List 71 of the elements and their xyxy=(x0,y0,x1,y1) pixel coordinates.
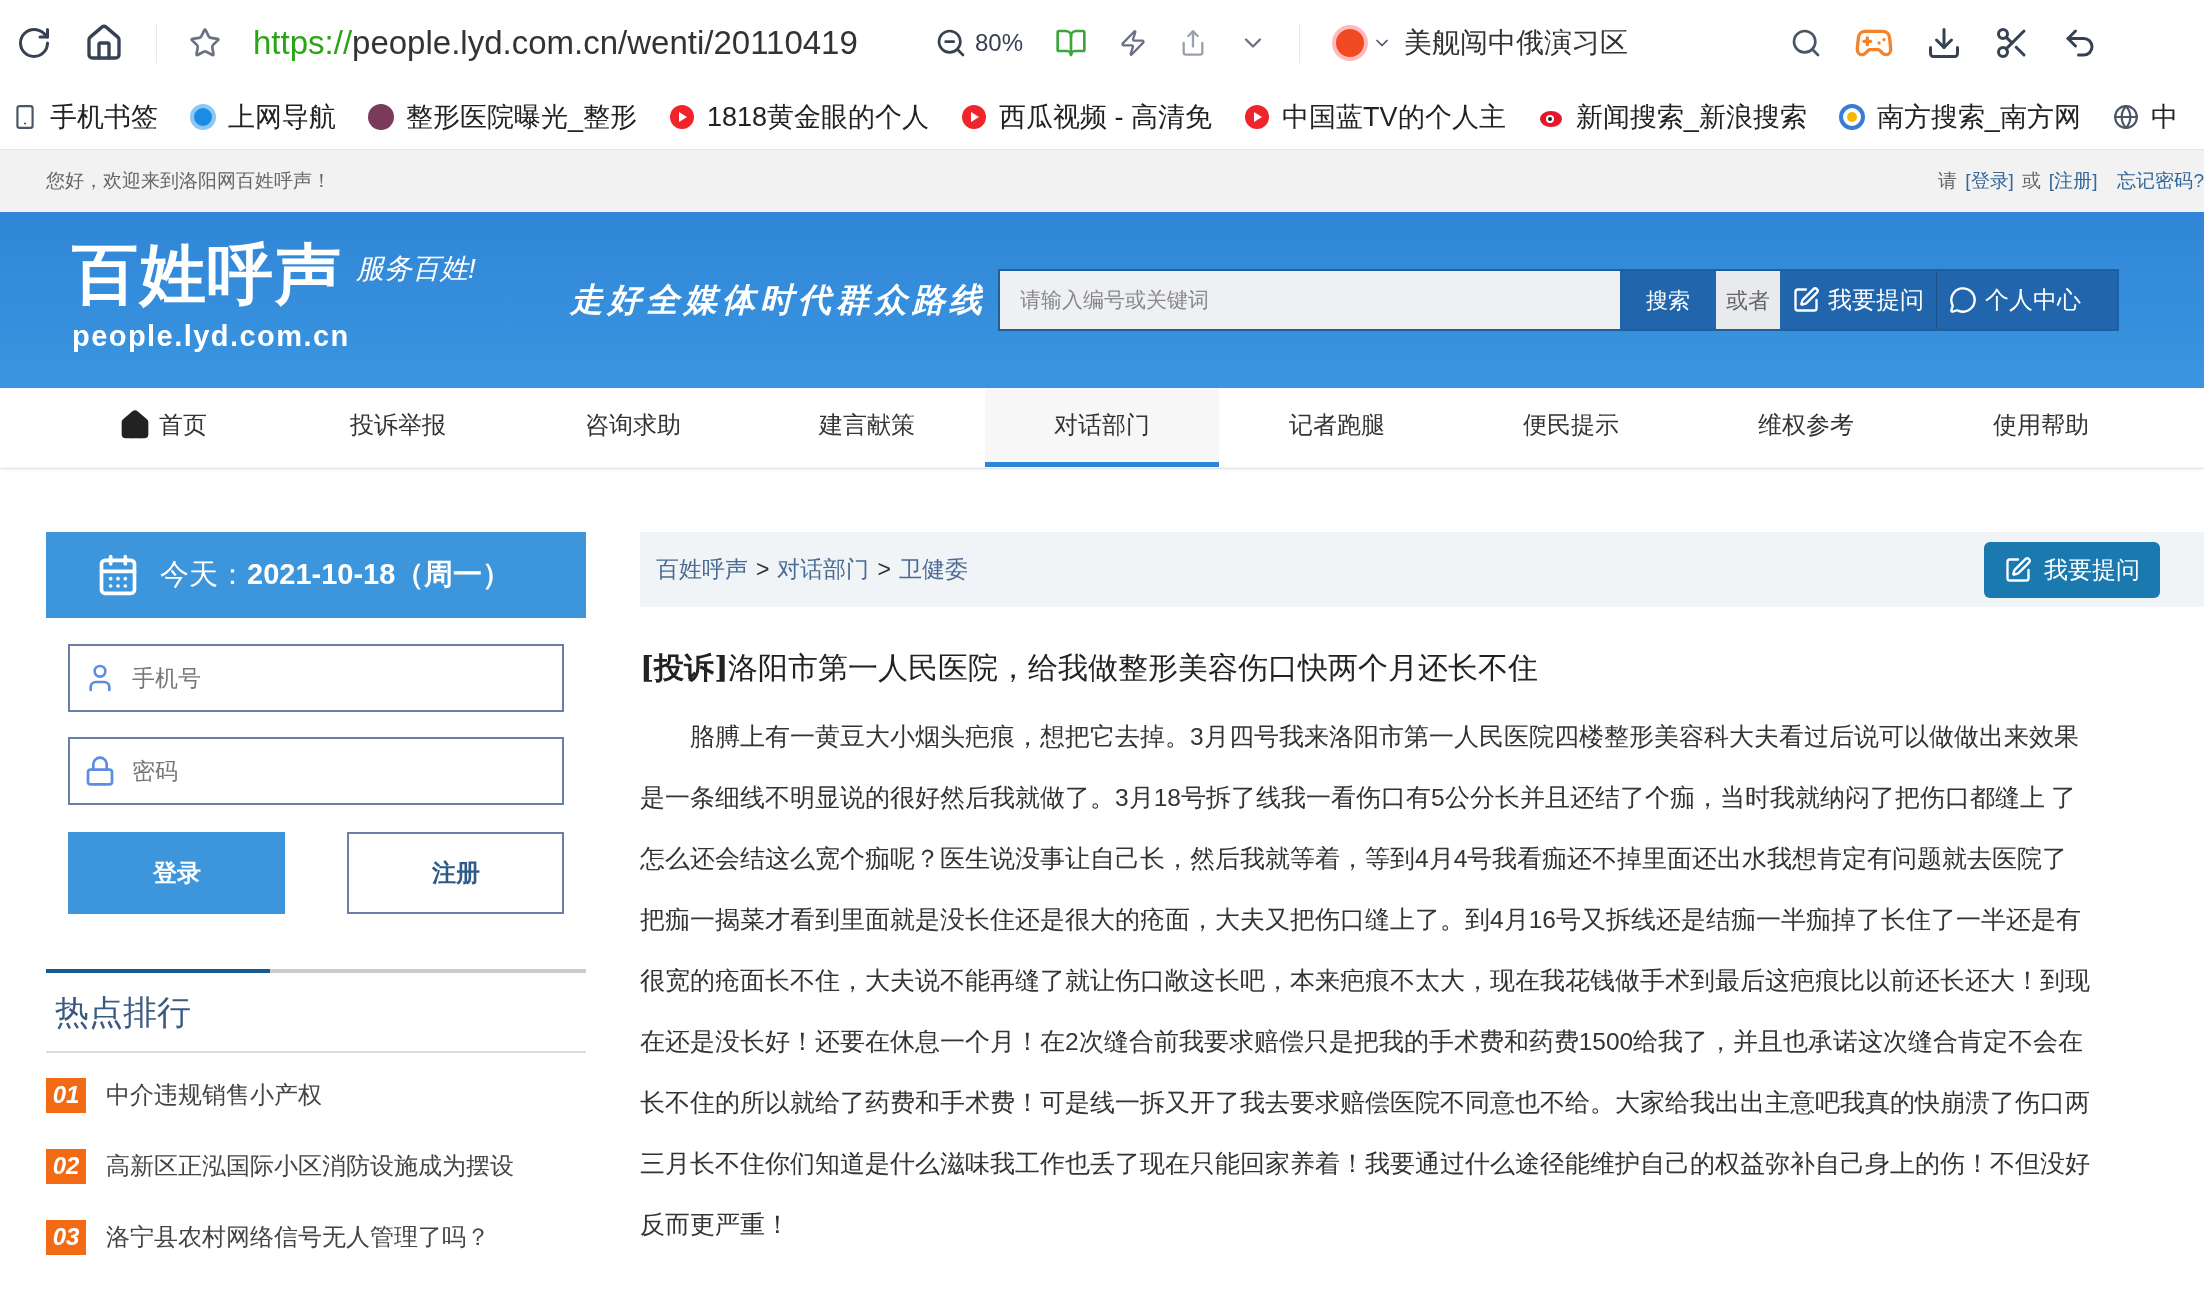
nav-tab[interactable]: 咨询求助 xyxy=(515,388,750,467)
swirl-logo-icon xyxy=(1838,104,1865,130)
address-field[interactable]: https://people.lyd.com.cn/wenti/20110419 xyxy=(253,17,903,68)
section-title: 热点排行 xyxy=(46,973,586,1053)
play-icon xyxy=(669,104,696,130)
nav-tab[interactable]: 便民提示 xyxy=(1454,388,1689,467)
zoom-level: 80% xyxy=(975,27,1024,58)
breadcrumb-link[interactable]: 卫健委 xyxy=(898,552,968,587)
article-text-line: 怎么还会结这么宽个痂呢？医生说没事让自己长，然后我就等着，等到4月4号我看痂还不掉里面还出水我想肯定有问题就去医院了 xyxy=(640,844,2069,874)
bookmark-link[interactable]: 南方搜索_南方网 xyxy=(1876,96,2081,138)
nav-tab[interactable]: 建言献策 xyxy=(750,388,985,467)
site-logo[interactable]: 百姓呼声 xyxy=(72,241,343,308)
article-text-line: 很宽的疮面长不住，大夫说不能再缝了就让伤口敞这长吧，本来疤痕不太大，现在我花钱做手术到最后这疤痕比以前还长还大！到现 xyxy=(640,966,2091,996)
nav-tab[interactable]: 维权参考 xyxy=(1688,388,1924,467)
article-text-line: 胳膊上有一黄豆大小烟头疤痕，想把它去掉。3月四号我来洛阳市第一人民医院四楼整形美容科大夫看过后说可以做做出来效果 xyxy=(689,722,2080,752)
browser-logo-icon xyxy=(190,104,216,130)
bookmark-link[interactable]: 中国蓝TV的个人主 xyxy=(1282,96,1506,138)
article-text-line: 长不住的所以就给了药费和手术费！可是线一拆又开了我去要求赔偿医院不同意也不给。大家给我出出主意吧我真的快崩溃了伤口两 xyxy=(640,1088,2091,1118)
date-banner: 今天：2021-10-18（周一） xyxy=(46,532,586,618)
lightning-icon[interactable] xyxy=(1119,28,1148,57)
hot-topic-link[interactable]: 中介违规销售小产权 xyxy=(106,1077,322,1113)
home-icon[interactable] xyxy=(84,22,124,63)
search-engine-icon[interactable] xyxy=(1332,24,1369,61)
bookmark-link[interactable]: 中 xyxy=(2150,96,2178,138)
article-text-line: 在还是没长好！还要在休息一个月！在2次缝合前我要求赔偿只是把我的手术费和药费1500给我了，并且也承诺这次缝合肯定不会在 xyxy=(640,1027,2085,1057)
browser-search-field[interactable]: 美舰闯中俄演习区 xyxy=(1404,21,1779,64)
globe-icon xyxy=(2112,104,2139,130)
breadcrumb-separator: > xyxy=(877,555,891,585)
lock-icon xyxy=(84,755,116,787)
logo-tagline: 服务百姓! xyxy=(356,252,476,286)
article-text-line: 把痂一揭菜才看到里面就是没长住还是很大的疮面，大夫又把伤口缝上了。到4月16号又拆线还是结痂一半痂掉了长住了一半还是有 xyxy=(640,905,2082,935)
edit-icon xyxy=(2004,555,2032,584)
or-text: 或 xyxy=(2021,168,2041,193)
bookmark-link[interactable]: 新闻搜索_新浪搜索 xyxy=(1575,96,1807,138)
login-link[interactable]: [登录] xyxy=(1965,166,2014,196)
bookmark-link[interactable]: 整形医院曝光_整形 xyxy=(406,96,638,138)
nav-tab[interactable]: 投诉举报 xyxy=(280,388,516,467)
prompt-text: 请 xyxy=(1938,168,1958,193)
bookmark-link[interactable]: 1818黄金眼的个人 xyxy=(707,96,930,138)
rank-badge: 02 xyxy=(46,1148,86,1184)
register-link[interactable]: [注册] xyxy=(2048,166,2098,196)
forgot-password-link[interactable]: 忘记密码? xyxy=(2117,166,2204,196)
rank-badge: 01 xyxy=(46,1077,86,1113)
bookmark-link[interactable]: 手机书签 xyxy=(50,96,158,138)
nav-tab[interactable]: 记者跑腿 xyxy=(1219,388,1455,467)
article-text-line: 反而更严重！ xyxy=(640,1210,791,1240)
play-icon xyxy=(961,104,988,130)
hot-topic-link[interactable]: 高新区正泓国际小区消防设施成为摆设 xyxy=(106,1148,514,1184)
bookmark-link[interactable]: 西瓜视频 - 高清免 xyxy=(999,96,1213,138)
bookmark-link[interactable]: 上网导航 xyxy=(228,96,336,138)
hot-topic-link[interactable]: 洛宁县农村网络信号无人管理了吗？ xyxy=(106,1219,490,1255)
play-icon xyxy=(1244,104,1271,130)
breadcrumb-separator: > xyxy=(756,555,770,585)
ask-question-button[interactable]: 我要提问 xyxy=(1984,541,2160,598)
password-field[interactable]: 密码 xyxy=(68,737,564,805)
register-button[interactable]: 注册 xyxy=(347,832,564,914)
article-text-line: 是一条细线不明显说的很好然后我就做了。3月18号拆了线我一看伤口有5公分长并且还结了个痂，当时我就纳闷了把伤口都缝上 了 xyxy=(640,783,2078,813)
logo-domain: people.lyd.com.cn xyxy=(72,319,350,355)
article-title: [投诉]洛阳市第一人民医院，给我做整形美容伤口快两个月还长不住 xyxy=(640,649,1540,687)
star-icon[interactable] xyxy=(189,26,221,59)
round-logo-icon xyxy=(368,104,394,130)
welcome-text: 您好，欢迎来到洛阳网百姓呼声！ xyxy=(46,168,331,193)
breadcrumb-link[interactable]: 对话部门 xyxy=(777,552,870,587)
article-text-line: 三月长不住你们知道是什么滋味我工作也丢了现在只能回家养着！我要通过什么途径能维护自己的权益弥补自己身上的伤！不但没好 xyxy=(640,1149,2091,1179)
site-slogan: 走好全媒体时代群众路线 xyxy=(570,280,989,321)
phone-field[interactable]: 手机号 xyxy=(68,644,564,712)
nav-tab[interactable]: 首页 xyxy=(46,388,281,467)
nav-tab[interactable]: 使用帮助 xyxy=(1923,388,2159,467)
rank-badge: 03 xyxy=(46,1219,86,1255)
breadcrumb-link[interactable]: 百姓呼声 xyxy=(656,552,748,587)
nav-tab[interactable]: 对话部门 xyxy=(984,388,1220,467)
